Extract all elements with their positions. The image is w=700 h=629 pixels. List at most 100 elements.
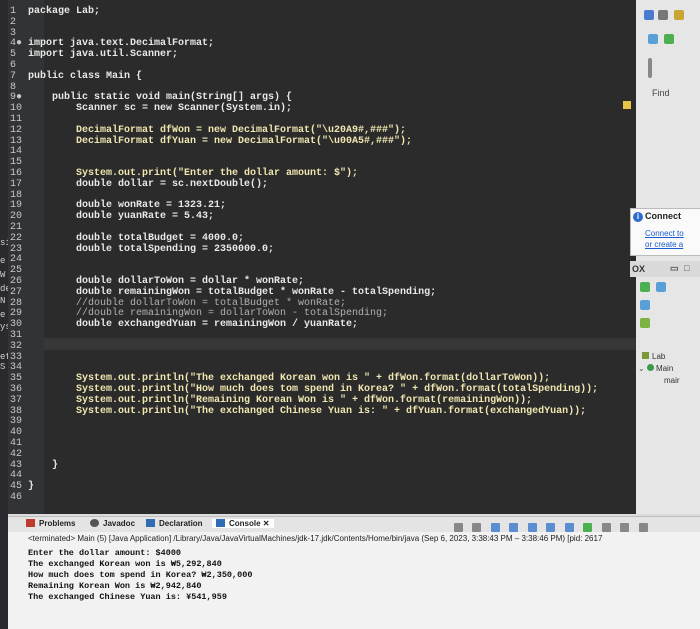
line-number: 34 xyxy=(10,362,23,374)
open-perspective-icon[interactable] xyxy=(644,10,654,20)
outline-label: OX xyxy=(632,264,646,274)
minimize-icon[interactable] xyxy=(620,523,630,532)
maximize-icon[interactable]: □ xyxy=(684,263,689,273)
code-line[interactable]: double dollarToWon = dollar * wonRate; xyxy=(28,276,304,287)
line-number: 8 xyxy=(10,81,17,93)
remove-launch-icon[interactable] xyxy=(454,523,463,532)
outline-tool-icon[interactable] xyxy=(640,282,650,292)
tab-javadoc[interactable]: Javadoc xyxy=(90,519,135,528)
line-number: 24 xyxy=(10,254,23,266)
create-link[interactable]: or create a xyxy=(645,240,683,249)
code-line[interactable]: //double dollarToWon = totalBudget * won… xyxy=(28,298,346,309)
left-strip-text: W xyxy=(0,270,6,280)
code-line[interactable]: import java.util.Scanner; xyxy=(28,49,178,60)
code-line[interactable]: System.out.println("Remaining Korean Won… xyxy=(28,395,532,406)
line-number: 39 xyxy=(10,416,23,428)
tree-method-label: mair xyxy=(664,376,680,385)
tab-declaration[interactable]: Declaration xyxy=(146,519,203,528)
chevron-down-icon[interactable]: ⌄ xyxy=(638,364,645,373)
outline-tree-lab[interactable]: Lab xyxy=(642,352,665,361)
code-line[interactable]: //double remainingWon = dollarToWon - to… xyxy=(28,308,388,319)
current-line-highlight xyxy=(44,338,636,350)
tab-problems[interactable]: Problems xyxy=(26,519,75,528)
code-line[interactable]: package Lab; xyxy=(28,6,100,17)
code-line[interactable]: System.out.println("How much does tom sp… xyxy=(28,384,598,395)
line-number: 15 xyxy=(10,157,23,169)
remove-all-icon[interactable] xyxy=(472,523,482,532)
more-icon[interactable] xyxy=(648,58,652,78)
javadoc-icon xyxy=(90,519,99,527)
line-number: 44 xyxy=(10,470,23,482)
tab-console[interactable]: Console ✕ xyxy=(212,519,274,528)
word-wrap-icon[interactable] xyxy=(527,523,537,532)
line-number: 2 xyxy=(10,16,17,28)
display-console-icon[interactable] xyxy=(564,523,574,532)
outline-tree-method[interactable]: mair xyxy=(664,376,680,385)
code-line[interactable]: double totalSpending = 2350000.0; xyxy=(28,244,274,255)
code-editor[interactable]: 1 package Lab; 2 3 4● import java.text.Decima… xyxy=(8,0,636,514)
code-line[interactable]: public class Main { xyxy=(28,71,142,82)
console-output-line: Remaining Korean Won is ₩2,942,840 xyxy=(28,581,202,591)
code-line[interactable]: double yuanRate = 5.43; xyxy=(28,211,214,222)
code-line[interactable]: DecimalFormat dfYuan = new DecimalFormat… xyxy=(28,136,412,147)
line-number: 18 xyxy=(10,189,23,201)
code-line[interactable]: double exchangedYuan = remainingWon / yu… xyxy=(28,319,358,330)
connect-to-link[interactable]: Connect to xyxy=(645,229,684,238)
left-strip-text: N xyxy=(0,296,6,306)
debug-icon[interactable] xyxy=(674,10,684,20)
perspective-toolbar xyxy=(640,6,696,86)
code-line[interactable]: double totalBudget = 4000.0; xyxy=(28,233,244,244)
minimize-icon[interactable]: ▭ xyxy=(670,263,679,274)
outline-sort-icon[interactable] xyxy=(640,300,650,310)
maximize-icon[interactable] xyxy=(638,523,648,532)
class-icon xyxy=(646,364,654,371)
code-line[interactable]: System.out.println("The exchanged Korean… xyxy=(28,373,550,384)
code-line[interactable]: public static void main(String[] args) { xyxy=(28,92,292,103)
console-output[interactable]: <terminated> Main (5) [Java Application]… xyxy=(8,532,700,629)
close-icon[interactable]: ✕ xyxy=(263,519,270,528)
open-console-icon[interactable] xyxy=(583,523,593,532)
tools-icon[interactable] xyxy=(658,10,668,20)
tab-declaration-label: Declaration xyxy=(159,519,203,528)
line-number: 46 xyxy=(10,492,23,503)
line-number: 11 xyxy=(10,114,23,125)
info-icon: i xyxy=(633,212,643,222)
view-icon[interactable] xyxy=(648,34,658,44)
console-output-line: Enter the dollar amount: $4000 xyxy=(28,548,182,558)
tab-javadoc-label: Javadoc xyxy=(103,519,136,528)
code-line[interactable]: DecimalFormat dfWon = new DecimalFormat(… xyxy=(28,125,406,136)
line-number: 21 xyxy=(10,222,23,233)
package-icon xyxy=(642,352,649,359)
console-output-line: How much does tom spend in Korea? ₩2,350… xyxy=(28,570,253,580)
code-line[interactable]: Scanner sc = new Scanner(System.in); xyxy=(28,103,292,114)
code-line[interactable]: System.out.print("Enter the dollar amoun… xyxy=(28,168,358,179)
outline-filter-icon[interactable] xyxy=(656,282,666,292)
warning-marker-icon[interactable] xyxy=(623,101,631,109)
left-strip-text: e xyxy=(0,256,6,266)
line-number: 32 xyxy=(10,340,23,352)
find-label[interactable]: Find xyxy=(640,88,700,102)
java-icon[interactable] xyxy=(664,34,674,44)
code-line[interactable]: import java.text.DecimalFormat; xyxy=(28,38,214,49)
code-line[interactable]: System.out.println("The exchanged Chines… xyxy=(28,406,586,417)
code-line[interactable]: } xyxy=(28,481,34,492)
code-line[interactable]: double dollar = sc.nextDouble(); xyxy=(28,179,268,190)
code-line[interactable]: } xyxy=(28,460,58,471)
connect-title: Connect xyxy=(645,211,681,221)
view-menu-icon[interactable] xyxy=(601,523,611,532)
console-tab-bar: Problems Javadoc Declaration Console ✕ xyxy=(8,516,700,533)
line-number: 40 xyxy=(10,427,23,439)
code-line[interactable]: double remainingWon = totalBudget * wonR… xyxy=(28,287,436,298)
line-number: 3 xyxy=(10,27,17,39)
pin-console-icon[interactable] xyxy=(546,523,556,532)
outline-tree-main[interactable]: ⌄ Main xyxy=(638,364,673,373)
console-output-line: The exchanged Chinese Yuan is: ¥541,959 xyxy=(28,592,227,602)
line-number: 6 xyxy=(10,60,17,71)
code-line[interactable]: double wonRate = 1323.21; xyxy=(28,200,226,211)
line-number: 25 xyxy=(10,265,23,277)
console-toolbar xyxy=(454,519,694,532)
tab-problems-label: Problems xyxy=(39,519,76,528)
scroll-lock-icon[interactable] xyxy=(509,523,519,532)
clear-console-icon[interactable] xyxy=(490,523,500,532)
outline-hide-icon[interactable] xyxy=(640,318,650,328)
